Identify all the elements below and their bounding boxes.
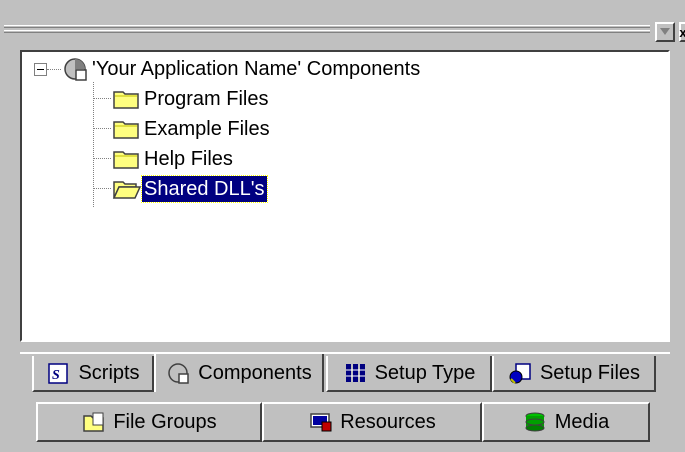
tree-root-label: 'Your Application Name' Components	[92, 58, 421, 80]
minimize-button[interactable]	[655, 22, 675, 42]
tab-components[interactable]: Components	[154, 354, 324, 392]
tree-item-label: Example Files	[144, 118, 270, 140]
tab-scripts[interactable]: S Scripts	[32, 356, 154, 392]
folder-icon	[112, 117, 142, 141]
tree-item-label: Shared DLL's	[141, 175, 268, 203]
svg-text:S: S	[52, 368, 60, 383]
setup-files-icon	[508, 361, 534, 385]
minimize-icon	[659, 27, 671, 37]
tree-item-label: Help Files	[144, 148, 233, 170]
file-groups-icon	[81, 410, 107, 434]
tab-setup-type[interactable]: Setup Type	[326, 356, 492, 392]
close-button[interactable]: x	[679, 22, 685, 42]
tab-label: File Groups	[113, 410, 217, 433]
tab-media[interactable]: Media	[482, 402, 650, 442]
components-panel: x 'Your Application Name' Components Pro…	[0, 0, 685, 452]
tree-item-program-files[interactable]: Program Files	[112, 85, 270, 113]
tree-item-label: Program Files	[144, 88, 269, 110]
media-icon	[523, 410, 549, 434]
tab-setup-files[interactable]: Setup Files	[492, 356, 656, 392]
tree-root[interactable]: 'Your Application Name' Components	[62, 55, 422, 83]
collapse-toggle[interactable]	[34, 63, 47, 76]
tab-file-groups[interactable]: File Groups	[36, 402, 262, 442]
tree-item-shared-dlls[interactable]: Shared DLL's	[112, 175, 268, 203]
components-icon	[166, 361, 192, 385]
tab-label: Media	[554, 410, 610, 433]
component-tree[interactable]: 'Your Application Name' Components Progr…	[20, 50, 670, 342]
close-icon: x	[679, 24, 685, 40]
setup-type-icon	[343, 361, 369, 385]
tab-label: Setup Files	[539, 361, 641, 384]
tab-resources[interactable]: Resources	[262, 402, 482, 442]
folder-icon	[112, 87, 142, 111]
resources-icon	[308, 410, 334, 434]
folder-icon	[112, 147, 142, 171]
tab-label: Components	[198, 361, 312, 384]
scripts-icon: S	[46, 361, 72, 385]
components-icon	[62, 56, 90, 82]
tab-label: Setup Type	[374, 361, 476, 384]
tab-label: Resources	[340, 410, 436, 433]
folder-open-icon	[112, 177, 142, 201]
tree-item-example-files[interactable]: Example Files	[112, 115, 272, 143]
panel-grip[interactable]	[4, 22, 650, 38]
tab-label: Scripts	[78, 361, 140, 384]
tree-item-help-files[interactable]: Help Files	[112, 145, 235, 173]
